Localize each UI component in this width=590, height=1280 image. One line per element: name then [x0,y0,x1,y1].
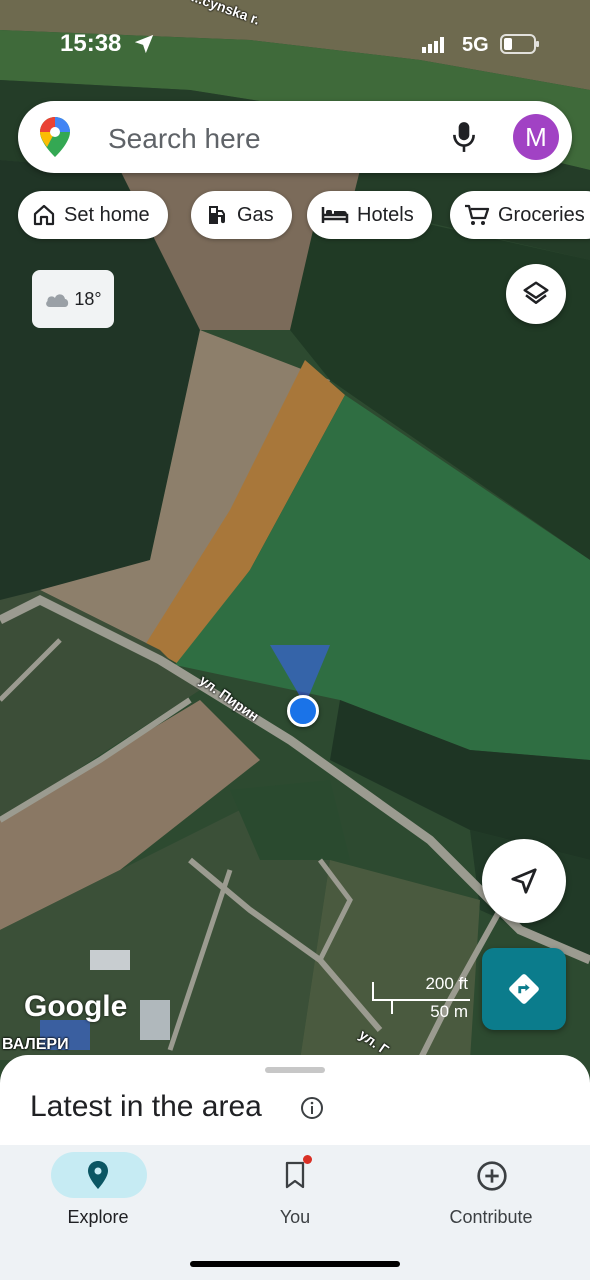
nav-label: Explore [67,1207,129,1227]
avatar[interactable]: M [513,114,559,160]
chip-label: Groceries [498,203,585,226]
scale-feet: 200 ft [425,974,468,993]
scale-meters: 50 m [430,1002,468,1021]
chip-label: Hotels [357,203,414,226]
navigation-arrow-icon [511,868,537,894]
nav-label: Contribute [449,1207,533,1227]
bookmark-icon [285,1161,305,1189]
chip-gas[interactable]: Gas [191,191,292,239]
location-arrow-icon [134,34,154,54]
add-circle-icon [477,1161,507,1191]
microphone-icon[interactable] [451,121,477,153]
chip-hotels[interactable]: Hotels [307,191,432,239]
nav-explore[interactable]: Explore [23,1145,173,1245]
gas-station-icon [209,206,225,224]
place-label: ВАЛЕРИ [2,1036,69,1053]
bed-icon [321,207,349,223]
status-bar: 15:38 5G [0,0,590,90]
search-input[interactable]: Search here [108,123,261,155]
chip-set-home[interactable]: Set home [18,191,168,239]
temperature: 18° [74,288,102,309]
directions-button[interactable] [482,948,566,1030]
map-scale: 200 ft 50 m [370,974,470,1024]
notification-badge [303,1155,312,1164]
nav-label: You [279,1207,311,1227]
search-bar[interactable]: Search here M [18,101,572,173]
chip-label: Gas [237,203,274,226]
bottom-sheet[interactable]: Latest in the area [0,1055,590,1155]
cloud-icon [46,294,69,307]
signal-icon [422,37,444,53]
sheet-title: Latest in the area [30,1090,262,1123]
layers-button[interactable] [506,264,566,324]
nav-contribute[interactable]: Contribute [416,1145,566,1245]
google-maps-logo-icon [40,117,70,157]
layers-icon [523,281,549,304]
info-icon[interactable] [300,1096,324,1120]
network-type: 5G [462,34,489,56]
home-indicator[interactable] [190,1261,400,1267]
current-location-dot [287,695,319,727]
home-icon [33,204,55,226]
chip-label: Set home [64,203,150,226]
pin-icon [88,1161,108,1189]
google-attribution: Google [24,990,128,1023]
recenter-button[interactable] [482,839,566,923]
weather-badge[interactable]: 18° [32,270,114,328]
directions-icon [509,974,539,1004]
chip-groceries[interactable]: Groceries [450,191,590,239]
cart-icon [465,204,490,225]
nav-you[interactable]: You [220,1145,370,1245]
battery-icon [500,34,539,54]
status-time: 15:38 [60,30,122,57]
sheet-handle[interactable] [265,1067,325,1073]
bottom-nav: Explore You Contribute [0,1145,590,1280]
